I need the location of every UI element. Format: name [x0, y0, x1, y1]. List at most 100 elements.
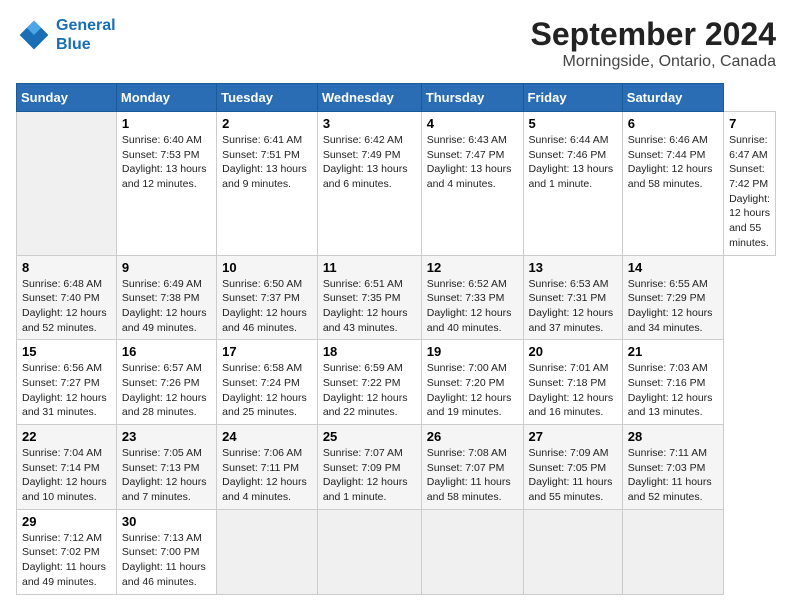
day-info: Sunrise: 6:47 AMSunset: 7:42 PMDaylight:…: [729, 133, 770, 251]
calendar-cell: 22 Sunrise: 7:04 AMSunset: 7:14 PMDayligh…: [17, 425, 117, 510]
day-number: 7: [729, 116, 770, 131]
calendar-cell: 8Sunrise: 6:48 AMSunset: 7:40 PMDaylight…: [17, 255, 117, 340]
day-info: Sunrise: 7:11 AMSunset: 7:03 PMDaylight:…: [628, 446, 718, 505]
day-info: Sunrise: 6:51 AMSunset: 7:35 PMDaylight:…: [323, 277, 416, 336]
day-number: 18: [323, 344, 416, 359]
day-number: 29: [22, 514, 111, 529]
day-number: 22: [22, 429, 111, 444]
day-number: 27: [529, 429, 617, 444]
month-title: September 2024: [531, 16, 776, 53]
weekday-header: Saturday: [622, 84, 723, 112]
day-number: 16: [122, 344, 211, 359]
day-info: Sunrise: 6:43 AMSunset: 7:47 PMDaylight:…: [427, 133, 518, 192]
day-number: 14: [628, 260, 718, 275]
calendar-cell: 3 Sunrise: 6:42 AMSunset: 7:49 PMDaylight…: [317, 112, 421, 256]
logo-text: General Blue: [56, 16, 116, 54]
weekday-header: Thursday: [421, 84, 523, 112]
weekday-header: Tuesday: [217, 84, 318, 112]
day-info: Sunrise: 7:08 AMSunset: 7:07 PMDaylight:…: [427, 446, 518, 505]
day-number: 17: [222, 344, 312, 359]
calendar-table: SundayMondayTuesdayWednesdayThursdayFrid…: [16, 83, 776, 595]
day-info: Sunrise: 6:46 AMSunset: 7:44 PMDaylight:…: [628, 133, 718, 192]
calendar-cell: 24 Sunrise: 7:06 AMSunset: 7:11 PMDayligh…: [217, 425, 318, 510]
day-info: Sunrise: 6:40 AMSunset: 7:53 PMDaylight:…: [122, 133, 211, 192]
day-number: 3: [323, 116, 416, 131]
calendar-cell: [17, 112, 117, 256]
calendar-cell: 11 Sunrise: 6:51 AMSunset: 7:35 PMDayligh…: [317, 255, 421, 340]
logo-line2: Blue: [56, 36, 91, 53]
calendar-cell: 1 Sunrise: 6:40 AMSunset: 7:53 PMDaylight…: [116, 112, 216, 256]
calendar-cell: [317, 509, 421, 594]
calendar-cell: 4Sunrise: 6:43 AMSunset: 7:47 PMDaylight…: [421, 112, 523, 256]
calendar-week-row: 1 Sunrise: 6:40 AMSunset: 7:53 PMDaylight…: [17, 112, 776, 256]
day-number: 6: [628, 116, 718, 131]
day-number: 1: [122, 116, 211, 131]
day-info: Sunrise: 6:58 AMSunset: 7:24 PMDaylight:…: [222, 361, 312, 420]
calendar-cell: 14 Sunrise: 6:55 AMSunset: 7:29 PMDayligh…: [622, 255, 723, 340]
location: Morningside, Ontario, Canada: [531, 53, 776, 71]
calendar-week-row: 22 Sunrise: 7:04 AMSunset: 7:14 PMDayligh…: [17, 425, 776, 510]
logo-icon: [16, 17, 52, 53]
calendar-cell: 23 Sunrise: 7:05 AMSunset: 7:13 PMDayligh…: [116, 425, 216, 510]
calendar-cell: 2Sunrise: 6:41 AMSunset: 7:51 PMDaylight…: [217, 112, 318, 256]
calendar-week-row: 29 Sunrise: 7:12 AMSunset: 7:02 PMDayligh…: [17, 509, 776, 594]
calendar-cell: 20 Sunrise: 7:01 AMSunset: 7:18 PMDayligh…: [523, 340, 622, 425]
calendar-week-row: 15 Sunrise: 6:56 AMSunset: 7:27 PMDayligh…: [17, 340, 776, 425]
day-info: Sunrise: 6:48 AMSunset: 7:40 PMDaylight:…: [22, 277, 111, 336]
calendar-cell: 9 Sunrise: 6:49 AMSunset: 7:38 PMDaylight…: [116, 255, 216, 340]
day-info: Sunrise: 7:04 AMSunset: 7:14 PMDaylight:…: [22, 446, 111, 505]
calendar-cell: 21 Sunrise: 7:03 AMSunset: 7:16 PMDayligh…: [622, 340, 723, 425]
day-number: 26: [427, 429, 518, 444]
day-number: 15: [22, 344, 111, 359]
day-number: 9: [122, 260, 211, 275]
calendar-cell: [217, 509, 318, 594]
calendar-cell: 18 Sunrise: 6:59 AMSunset: 7:22 PMDayligh…: [317, 340, 421, 425]
day-number: 13: [529, 260, 617, 275]
day-number: 5: [529, 116, 617, 131]
day-info: Sunrise: 6:50 AMSunset: 7:37 PMDaylight:…: [222, 277, 312, 336]
day-info: Sunrise: 7:01 AMSunset: 7:18 PMDaylight:…: [529, 361, 617, 420]
weekday-header: Monday: [116, 84, 216, 112]
day-info: Sunrise: 6:41 AMSunset: 7:51 PMDaylight:…: [222, 133, 312, 192]
calendar-cell: 5 Sunrise: 6:44 AMSunset: 7:46 PMDaylight…: [523, 112, 622, 256]
calendar-cell: 6 Sunrise: 6:46 AMSunset: 7:44 PMDaylight…: [622, 112, 723, 256]
day-info: Sunrise: 6:42 AMSunset: 7:49 PMDaylight:…: [323, 133, 416, 192]
page-header: General Blue September 2024 Morningside,…: [16, 16, 776, 71]
calendar-cell: 30Sunrise: 7:13 AMSunset: 7:00 PMDayligh…: [116, 509, 216, 594]
calendar-cell: 19Sunrise: 7:00 AMSunset: 7:20 PMDayligh…: [421, 340, 523, 425]
day-info: Sunrise: 6:49 AMSunset: 7:38 PMDaylight:…: [122, 277, 211, 336]
day-number: 11: [323, 260, 416, 275]
calendar-cell: 12Sunrise: 6:52 AMSunset: 7:33 PMDayligh…: [421, 255, 523, 340]
logo: General Blue: [16, 16, 116, 54]
logo-line1: General: [56, 17, 116, 34]
day-number: 28: [628, 429, 718, 444]
weekday-header-row: SundayMondayTuesdayWednesdayThursdayFrid…: [17, 84, 776, 112]
day-info: Sunrise: 7:09 AMSunset: 7:05 PMDaylight:…: [529, 446, 617, 505]
day-number: 24: [222, 429, 312, 444]
calendar-cell: 16 Sunrise: 6:57 AMSunset: 7:26 PMDayligh…: [116, 340, 216, 425]
calendar-cell: 25Sunrise: 7:07 AMSunset: 7:09 PMDayligh…: [317, 425, 421, 510]
calendar-cell: 17 Sunrise: 6:58 AMSunset: 7:24 PMDayligh…: [217, 340, 318, 425]
day-number: 25: [323, 429, 416, 444]
calendar-cell: 27 Sunrise: 7:09 AMSunset: 7:05 PMDayligh…: [523, 425, 622, 510]
day-info: Sunrise: 7:06 AMSunset: 7:11 PMDaylight:…: [222, 446, 312, 505]
day-number: 21: [628, 344, 718, 359]
day-info: Sunrise: 6:57 AMSunset: 7:26 PMDaylight:…: [122, 361, 211, 420]
title-block: September 2024 Morningside, Ontario, Can…: [531, 16, 776, 71]
day-info: Sunrise: 7:13 AMSunset: 7:00 PMDaylight:…: [122, 531, 211, 590]
day-info: Sunrise: 6:44 AMSunset: 7:46 PMDaylight:…: [529, 133, 617, 192]
day-info: Sunrise: 7:12 AMSunset: 7:02 PMDaylight:…: [22, 531, 111, 590]
day-number: 19: [427, 344, 518, 359]
day-info: Sunrise: 6:55 AMSunset: 7:29 PMDaylight:…: [628, 277, 718, 336]
day-info: Sunrise: 6:59 AMSunset: 7:22 PMDaylight:…: [323, 361, 416, 420]
day-info: Sunrise: 7:05 AMSunset: 7:13 PMDaylight:…: [122, 446, 211, 505]
day-number: 20: [529, 344, 617, 359]
weekday-header: Wednesday: [317, 84, 421, 112]
calendar-cell: 26 Sunrise: 7:08 AMSunset: 7:07 PMDayligh…: [421, 425, 523, 510]
calendar-cell: 7 Sunrise: 6:47 AMSunset: 7:42 PMDaylight…: [724, 112, 776, 256]
calendar-cell: 10Sunrise: 6:50 AMSunset: 7:37 PMDayligh…: [217, 255, 318, 340]
weekday-header: Friday: [523, 84, 622, 112]
day-info: Sunrise: 6:56 AMSunset: 7:27 PMDaylight:…: [22, 361, 111, 420]
day-info: Sunrise: 7:03 AMSunset: 7:16 PMDaylight:…: [628, 361, 718, 420]
day-number: 23: [122, 429, 211, 444]
